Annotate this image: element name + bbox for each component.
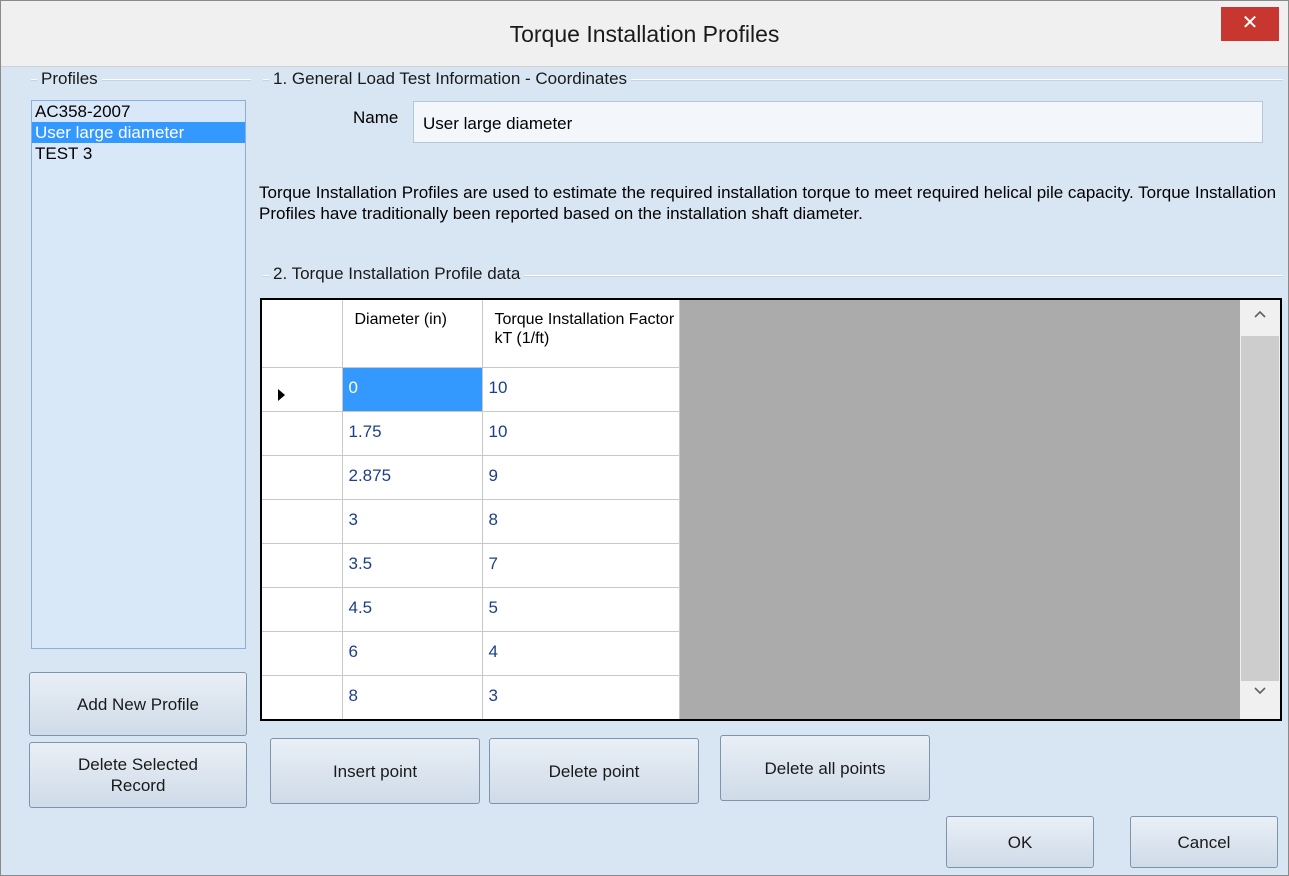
torque-factor-cell[interactable]: 8 xyxy=(482,499,680,544)
table-header-row: Diameter (in) Torque Installation Factor… xyxy=(262,300,680,368)
table-row: 3.5 7 xyxy=(262,543,680,588)
row-header[interactable] xyxy=(262,499,343,544)
insert-point-label: Insert point xyxy=(332,761,418,781)
delete-point-label: Delete point xyxy=(548,761,640,781)
table-row: 4.5 5 xyxy=(262,587,680,632)
cancel-label: Cancel xyxy=(1177,832,1231,852)
close-button[interactable]: ✕ xyxy=(1221,7,1279,41)
row-header[interactable] xyxy=(262,455,343,500)
current-row-arrow-icon xyxy=(278,388,285,401)
insert-point-button[interactable]: Insert point xyxy=(270,738,480,804)
table-row: 2.875 9 xyxy=(262,455,680,500)
torque-factor-cell[interactable]: 10 xyxy=(482,367,680,412)
profile-item-test-3[interactable]: TEST 3 xyxy=(32,143,245,164)
profiles-list[interactable]: AC358-2007 User large diameter TEST 3 xyxy=(31,100,246,649)
scrollbar-thumb[interactable] xyxy=(1241,336,1279,681)
profile-description: Torque Installation Profiles are used to… xyxy=(259,183,1277,223)
general-group-label: 1. General Load Test Information - Coord… xyxy=(269,69,632,89)
add-new-profile-label: Add New Profile xyxy=(77,694,199,714)
table-row: 8 3 xyxy=(262,675,680,719)
profile-data-table: Diameter (in) Torque Installation Factor… xyxy=(262,300,680,719)
torque-factor-cell[interactable]: 3 xyxy=(482,675,680,719)
row-header[interactable] xyxy=(262,411,343,456)
ok-button[interactable]: OK xyxy=(946,816,1094,868)
window-title: Torque Installation Profiles xyxy=(509,21,780,47)
row-header[interactable] xyxy=(262,631,343,676)
column-header-torque-factor[interactable]: Torque Installation Factor kT (1/ft) xyxy=(482,300,680,368)
diameter-cell[interactable]: 0 xyxy=(342,367,483,412)
chevron-down-icon[interactable] xyxy=(1240,683,1280,717)
delete-point-button[interactable]: Delete point xyxy=(489,738,699,804)
diameter-cell[interactable]: 3.5 xyxy=(342,543,483,588)
profile-data-group-label: 2. Torque Installation Profile data xyxy=(269,264,525,284)
torque-factor-cell[interactable]: 4 xyxy=(482,631,680,676)
row-header[interactable] xyxy=(262,367,343,412)
diameter-cell[interactable]: 2.875 xyxy=(342,455,483,500)
row-header[interactable] xyxy=(262,587,343,632)
profile-data-grid[interactable]: Diameter (in) Torque Installation Factor… xyxy=(260,298,1282,721)
row-header[interactable] xyxy=(262,543,343,588)
profile-item-ac358-2007[interactable]: AC358-2007 xyxy=(32,101,245,122)
column-header-diameter[interactable]: Diameter (in) xyxy=(342,300,483,368)
table-row: 6 4 xyxy=(262,631,680,676)
delete-all-points-button[interactable]: Delete all points xyxy=(720,735,930,801)
table-row: 1.75 10 xyxy=(262,411,680,456)
profile-item-user-large-diameter[interactable]: User large diameter xyxy=(32,122,245,143)
diameter-cell[interactable]: 6 xyxy=(342,631,483,676)
close-icon: ✕ xyxy=(1241,12,1259,34)
diameter-cell[interactable]: 4.5 xyxy=(342,587,483,632)
name-field[interactable]: User large diameter xyxy=(413,101,1263,143)
torque-factor-cell[interactable]: 10 xyxy=(482,411,680,456)
chevron-up-icon[interactable] xyxy=(1240,306,1280,340)
delete-selected-record-button[interactable]: Delete Selected Record xyxy=(29,742,247,808)
table-row: 3 8 xyxy=(262,499,680,544)
add-new-profile-button[interactable]: Add New Profile xyxy=(29,672,247,736)
torque-factor-cell[interactable]: 7 xyxy=(482,543,680,588)
title-bar[interactable]: Torque Installation Profiles ✕ xyxy=(1,1,1288,67)
dialog-window: Torque Installation Profiles ✕ Profiles … xyxy=(0,0,1289,876)
row-header[interactable] xyxy=(262,675,343,719)
column-header-diameter-label: Diameter (in) xyxy=(354,311,447,328)
diameter-cell[interactable]: 3 xyxy=(342,499,483,544)
cancel-button[interactable]: Cancel xyxy=(1130,816,1278,868)
torque-factor-cell[interactable]: 9 xyxy=(482,455,680,500)
vertical-scrollbar[interactable] xyxy=(1240,300,1280,719)
torque-factor-cell[interactable]: 5 xyxy=(482,587,680,632)
ok-label: OK xyxy=(1007,832,1033,852)
diameter-cell[interactable]: 1.75 xyxy=(342,411,483,456)
delete-selected-record-label: Delete Selected Record xyxy=(77,755,199,795)
profiles-group-label: Profiles xyxy=(37,69,102,89)
name-label: Name xyxy=(353,108,399,127)
row-header-corner xyxy=(262,300,343,368)
diameter-cell[interactable]: 8 xyxy=(342,675,483,719)
delete-all-points-label: Delete all points xyxy=(764,758,886,778)
column-header-torque-factor-label: Torque Installation Factor kT (1/ft) xyxy=(494,311,675,347)
table-row: 0 10 xyxy=(262,367,680,412)
